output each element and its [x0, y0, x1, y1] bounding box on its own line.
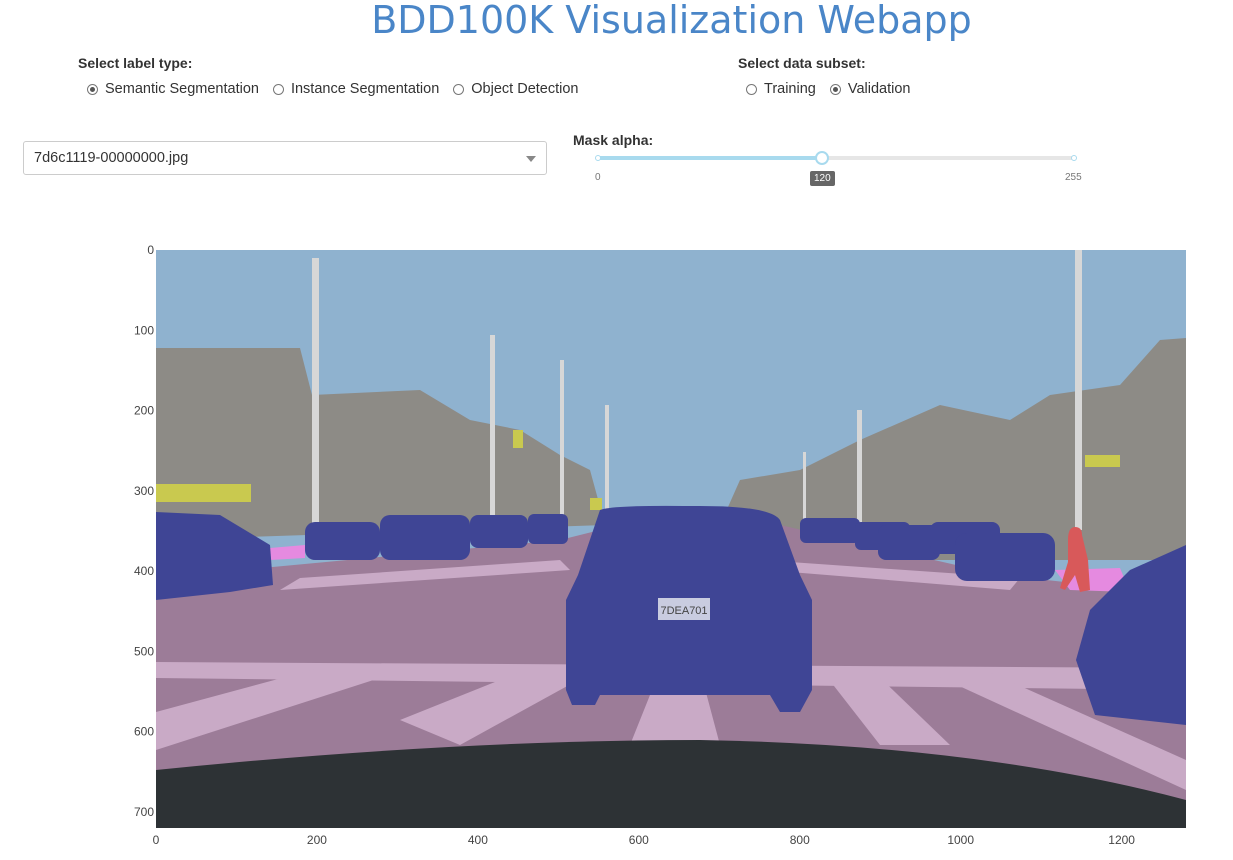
- x-tick-label: 600: [629, 833, 649, 847]
- label-type-radio-group: Semantic Segmentation Instance Segmentat…: [87, 81, 592, 97]
- radio-semantic-segmentation[interactable]: Semantic Segmentation: [87, 81, 259, 97]
- label-type-heading: Select label type:: [78, 55, 193, 71]
- x-tick-label: 800: [790, 833, 810, 847]
- slider-min-label: 0: [595, 172, 601, 183]
- slider-min-dot: [595, 155, 601, 161]
- radio-validation[interactable]: Validation: [829, 81, 911, 97]
- radio-label: Training: [764, 81, 816, 97]
- segmented-image: 7DEA701: [156, 250, 1186, 828]
- radio-training[interactable]: Training: [746, 81, 816, 97]
- slider-value-tooltip: 120: [810, 171, 835, 186]
- slider-handle[interactable]: [815, 151, 829, 165]
- radio-circle-icon[interactable]: [87, 83, 98, 95]
- y-axis-ticks: 0 100 200 300 400 500 600 700: [134, 243, 154, 819]
- y-tick-label: 200: [134, 404, 154, 418]
- slider-max-label: 255: [1065, 172, 1082, 183]
- slider-max-dot: [1071, 155, 1077, 161]
- radio-circle-icon[interactable]: [829, 83, 841, 95]
- radio-object-detection[interactable]: Object Detection: [453, 81, 578, 97]
- y-tick-label: 0: [147, 243, 154, 257]
- y-tick-label: 600: [134, 725, 154, 739]
- x-tick-label: 0: [153, 833, 160, 847]
- x-axis-ticks: 0 200 400 600 800 1000 1200: [153, 833, 1136, 847]
- slider-fill: [598, 156, 822, 160]
- x-tick-label: 200: [307, 833, 327, 847]
- page-title: BDD100K Visualization Webapp: [371, 0, 972, 42]
- segmentation-image-plot[interactable]: 7DEA701 0 200 400 600 800 1000 1200 0 100 200 300…: [0, 240, 1233, 860]
- data-subset-heading: Select data subset:: [738, 55, 866, 71]
- license-plate-text: 7DEA701: [660, 605, 707, 617]
- radio-label: Object Detection: [471, 81, 579, 97]
- radio-circle-icon[interactable]: [272, 83, 284, 95]
- radio-circle-icon[interactable]: [453, 83, 465, 95]
- radio-label: Semantic Segmentation: [105, 81, 259, 97]
- radio-circle-icon[interactable]: [746, 83, 757, 95]
- radio-label: Validation: [847, 81, 911, 97]
- y-tick-label: 300: [134, 484, 154, 498]
- dropdown-value: 7d6c1119-00000000.jpg: [34, 150, 189, 166]
- mask-alpha-label: Mask alpha:: [573, 132, 654, 148]
- y-tick-label: 700: [134, 805, 154, 819]
- x-tick-label: 400: [468, 833, 488, 847]
- radio-label: Instance Segmentation: [290, 81, 440, 97]
- x-tick-label: 1000: [947, 833, 974, 847]
- y-tick-label: 500: [134, 644, 154, 658]
- mask-alpha-slider[interactable]: [595, 151, 1077, 165]
- radio-instance-segmentation[interactable]: Instance Segmentation: [272, 81, 440, 97]
- x-tick-label: 1200: [1108, 833, 1135, 847]
- image-file-dropdown[interactable]: 7d6c1119-00000000.jpg: [23, 141, 547, 175]
- data-subset-radio-group: Training Validation: [746, 81, 924, 97]
- chevron-down-icon[interactable]: [526, 156, 536, 162]
- y-tick-label: 100: [134, 323, 154, 337]
- y-tick-label: 400: [134, 564, 154, 578]
